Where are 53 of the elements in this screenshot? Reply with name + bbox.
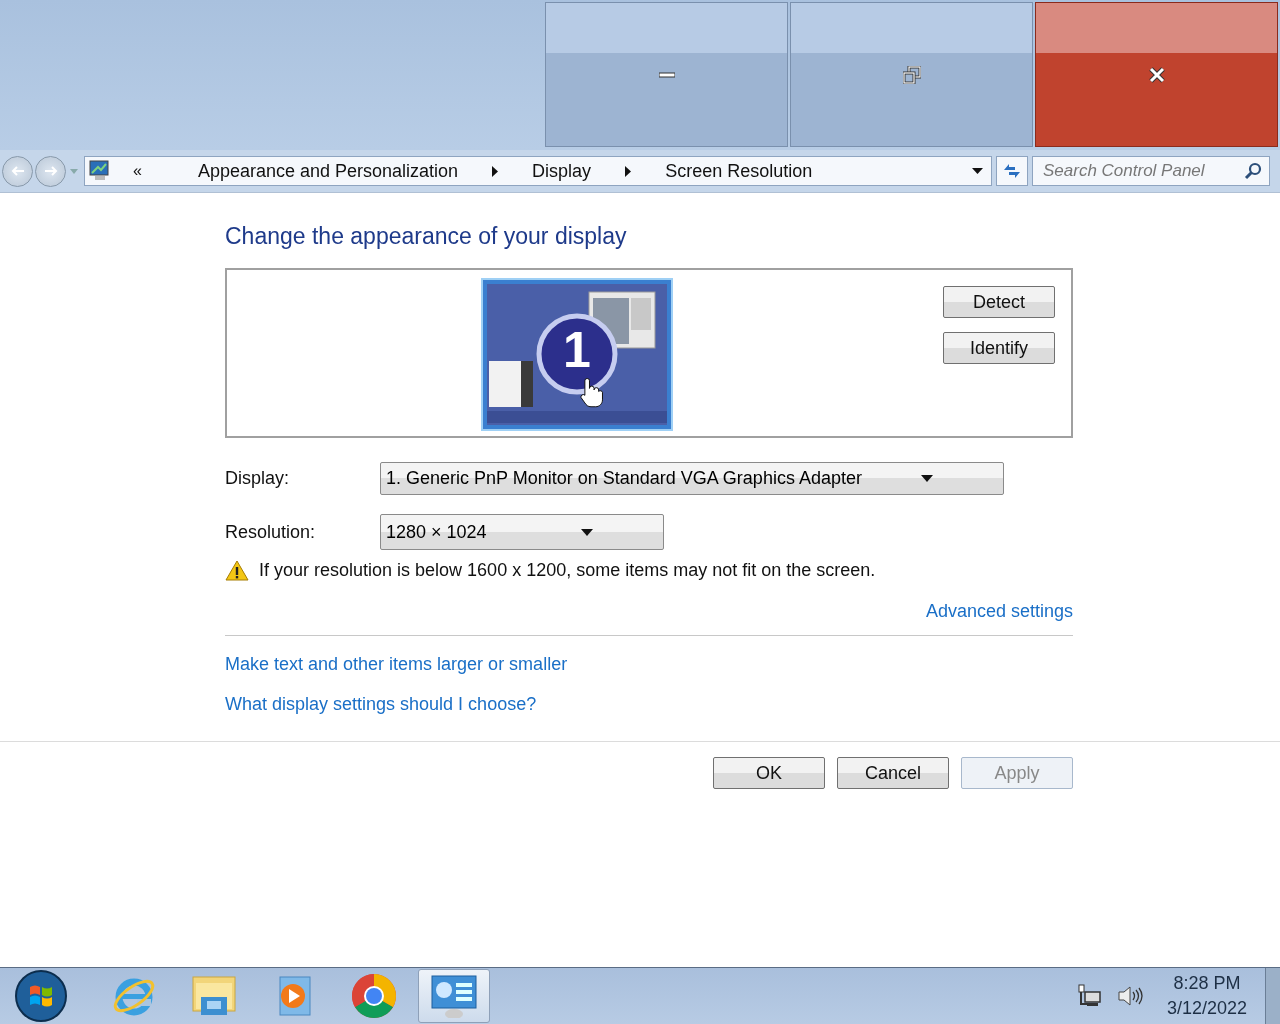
hand-cursor-icon — [578, 378, 604, 408]
start-button[interactable] — [12, 968, 70, 1024]
breadcrumb-arrow-icon[interactable] — [492, 165, 499, 177]
forward-arrow-icon — [42, 165, 59, 177]
caret-icon — [581, 528, 593, 536]
clock-time: 8:28 PM — [1173, 973, 1241, 994]
warning-text: If your resolution is below 1600 x 1200, some items may not fit on the screen. — [259, 560, 876, 581]
restore-button[interactable] — [790, 2, 1033, 147]
page-heading: Change the appearance of your display — [225, 223, 628, 250]
windows-orb-icon — [15, 970, 67, 1022]
clock-date: 3/12/2022 — [1166, 998, 1247, 1019]
volume-icon[interactable] — [1116, 985, 1143, 1007]
help-link[interactable]: What display settings should I choose? — [225, 694, 537, 714]
minimize-button[interactable] — [545, 2, 788, 147]
field-label: Display: — [225, 468, 290, 489]
monitor-icon — [89, 160, 111, 182]
advanced-settings-link[interactable]: Advanced settings — [925, 601, 1073, 622]
panel-button[interactable]: Identify — [943, 332, 1055, 364]
warning-icon — [225, 560, 249, 581]
panel-button[interactable]: Detect — [943, 286, 1055, 318]
caret-icon — [921, 475, 933, 482]
search-icon — [1244, 162, 1262, 180]
help-link[interactable]: Make text and other items larger or smaller — [225, 654, 568, 674]
search-field[interactable]: Search Control Panel — [1032, 156, 1270, 186]
clock[interactable]: 8:28 PM 3/12/2022 — [1166, 973, 1247, 1019]
network-icon[interactable] — [1076, 984, 1101, 1008]
minimize-icon — [658, 71, 675, 78]
dropdown[interactable]: 1. Generic PnP Monitor on Standard VGA Graphics Adapter — [380, 462, 1004, 495]
breadcrumb-item[interactable]: Display — [532, 160, 592, 182]
back-button[interactable] — [2, 155, 33, 187]
dialog-button[interactable]: Cancel — [837, 757, 949, 789]
breadcrumb-arrow-icon[interactable] — [625, 165, 632, 177]
address-bar[interactable]: « Appearance and Personalization Display Screen Resolution — [84, 156, 992, 186]
back-arrow-icon — [9, 165, 26, 177]
forward-button[interactable] — [35, 155, 66, 187]
breadcrumb-overflow[interactable]: « — [133, 162, 142, 180]
dropdown-caret-icon[interactable] — [972, 168, 983, 174]
show-desktop-button[interactable] — [1265, 968, 1280, 1024]
breadcrumb-item[interactable]: Screen Resolution — [665, 160, 813, 182]
dropdown[interactable]: 1280 × 1024 — [380, 514, 664, 550]
close-icon — [1147, 65, 1166, 84]
dialog-button[interactable]: OK — [713, 757, 825, 789]
close-button[interactable] — [1035, 2, 1278, 147]
refresh-icon — [1002, 162, 1022, 180]
restore-icon — [902, 65, 921, 84]
control-panel-icon — [430, 974, 478, 1018]
breadcrumb-item[interactable]: Appearance and Personalization — [197, 160, 459, 182]
refresh-button[interactable] — [996, 156, 1028, 186]
monitor-number: 1 — [562, 322, 592, 378]
taskbar-button[interactable] — [418, 969, 490, 1023]
chrome-icon — [351, 973, 397, 1019]
monitor-drawing[interactable] — [481, 278, 673, 431]
field-label: Resolution: — [225, 521, 316, 543]
